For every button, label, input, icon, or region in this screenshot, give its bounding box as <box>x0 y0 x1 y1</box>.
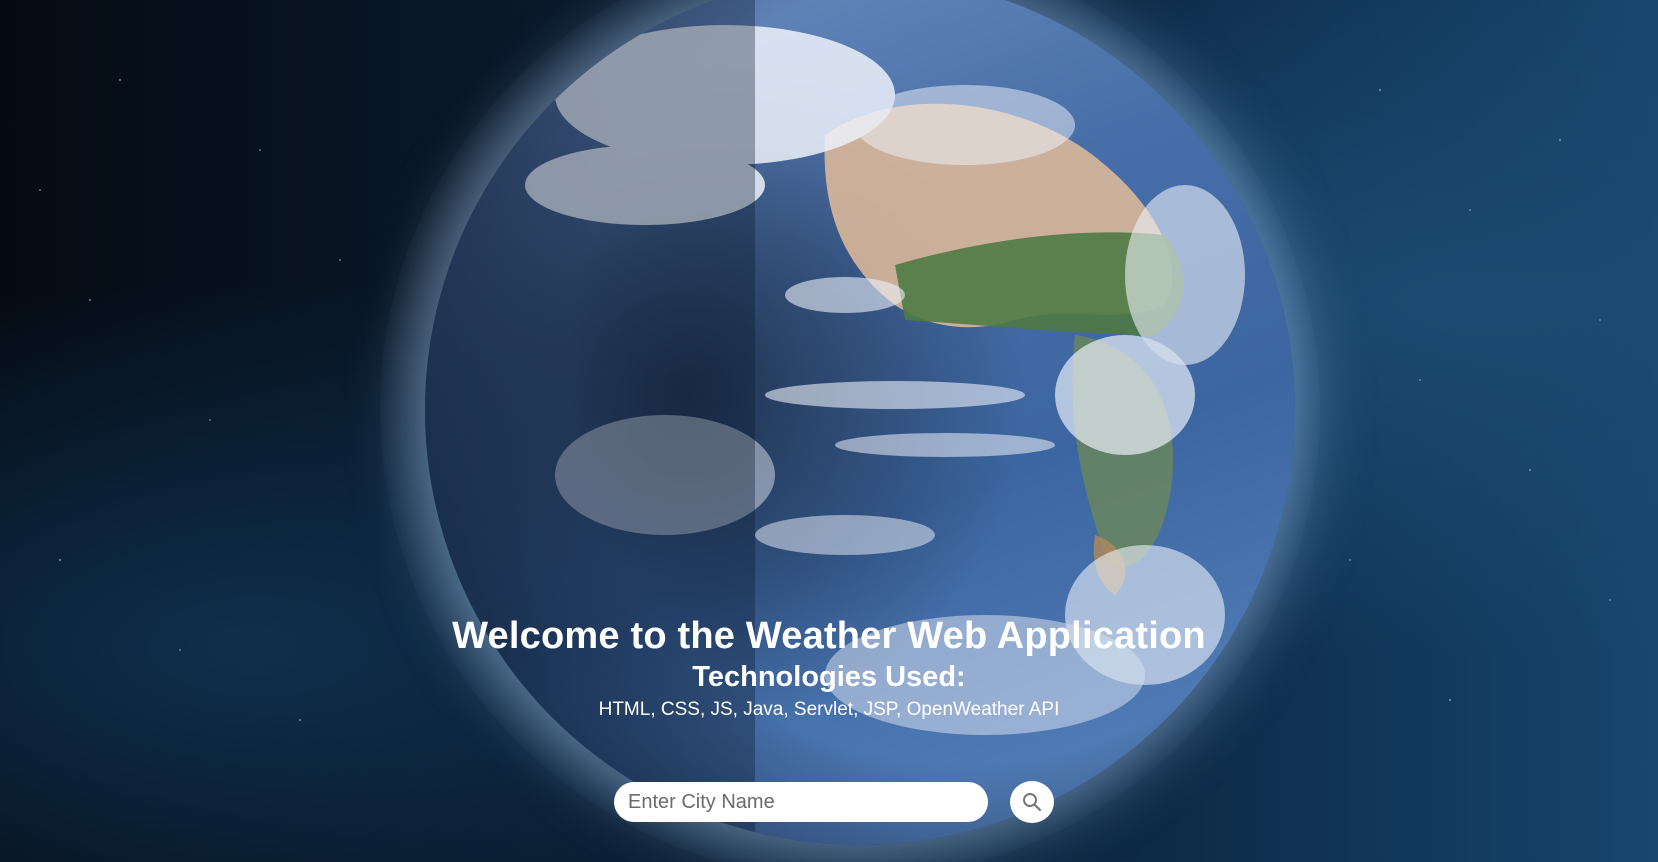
page-title: Welcome to the Weather Web Application <box>452 615 1206 657</box>
technologies-list: HTML, CSS, JS, Java, Servlet, JSP, OpenW… <box>598 699 1060 720</box>
search-icon <box>1023 793 1042 812</box>
technologies-heading: Technologies Used: <box>692 661 966 693</box>
search-button[interactable] <box>1010 781 1054 823</box>
search-bar <box>614 781 1054 823</box>
city-search-input[interactable] <box>614 782 988 822</box>
background-scene: Welcome to the Weather Web Application T… <box>0 0 1658 862</box>
hero-section: Welcome to the Weather Web Application T… <box>0 614 1658 722</box>
